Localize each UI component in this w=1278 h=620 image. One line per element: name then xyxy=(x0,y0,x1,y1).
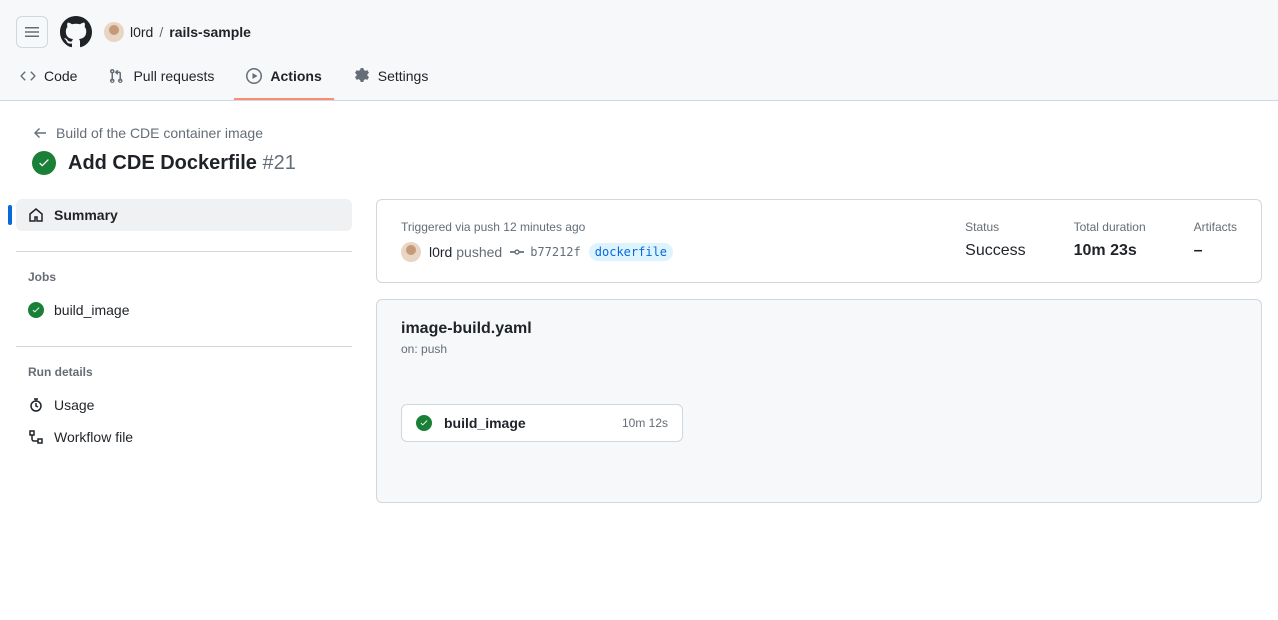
sidebar: Summary Jobs build_image Run details Usa… xyxy=(16,199,352,519)
sidebar-workflow-file[interactable]: Workflow file xyxy=(16,421,352,453)
hamburger-button[interactable] xyxy=(16,16,48,48)
tab-settings[interactable]: Settings xyxy=(342,56,441,100)
workflow-icon xyxy=(28,429,44,445)
sidebar-summary-label: Summary xyxy=(54,207,118,223)
success-icon xyxy=(28,302,44,318)
workflow-card: image-build.yaml on: push build_image 10… xyxy=(376,299,1262,503)
duration-label: Total duration xyxy=(1074,220,1146,234)
tab-settings-label: Settings xyxy=(378,68,429,84)
back-link-label: Build of the CDE container image xyxy=(56,125,263,141)
hamburger-icon xyxy=(24,24,40,40)
workflow-trigger: on: push xyxy=(401,342,1237,356)
breadcrumb-repo[interactable]: rails-sample xyxy=(169,24,251,40)
back-link[interactable]: Build of the CDE container image xyxy=(32,125,1262,141)
tab-pulls-label: Pull requests xyxy=(133,68,214,84)
run-number: #21 xyxy=(263,152,296,174)
home-icon xyxy=(28,207,44,223)
stopwatch-icon xyxy=(28,397,44,413)
repo-tabs: Code Pull requests Actions Settings xyxy=(0,56,1278,100)
tab-pulls[interactable]: Pull requests xyxy=(97,56,226,100)
pull-request-icon xyxy=(109,68,125,84)
github-logo[interactable] xyxy=(60,16,92,48)
github-icon xyxy=(60,16,92,48)
run-title: Add CDE Dockerfile xyxy=(68,152,257,174)
play-circle-icon xyxy=(246,68,262,84)
job-node[interactable]: build_image 10m 12s xyxy=(401,404,683,442)
artifacts-value: – xyxy=(1194,242,1237,260)
branch-link[interactable]: dockerfile xyxy=(589,243,673,261)
job-duration: 10m 12s xyxy=(622,416,668,430)
sidebar-workflow-file-label: Workflow file xyxy=(54,429,133,445)
main-content: Triggered via push 12 minutes ago l0rd p… xyxy=(376,199,1262,519)
tab-actions-label: Actions xyxy=(270,68,321,84)
sidebar-usage-label: Usage xyxy=(54,397,94,413)
sidebar-summary[interactable]: Summary xyxy=(16,199,352,231)
arrow-left-icon xyxy=(32,125,48,141)
status-label: Status xyxy=(965,220,1025,234)
page-title: Add CDE Dockerfile #21 xyxy=(68,152,296,175)
breadcrumb: l0rd / rails-sample xyxy=(104,22,251,42)
sidebar-job-item[interactable]: build_image xyxy=(16,294,352,326)
breadcrumb-repo-label: rails-sample xyxy=(169,24,251,40)
tab-code[interactable]: Code xyxy=(8,56,89,100)
workflow-file-name: image-build.yaml xyxy=(401,320,1237,338)
avatar xyxy=(104,22,124,42)
tab-actions[interactable]: Actions xyxy=(234,56,333,100)
sidebar-usage[interactable]: Usage xyxy=(16,389,352,421)
artifacts-label: Artifacts xyxy=(1194,220,1237,234)
duration-value: 10m 23s xyxy=(1074,242,1146,260)
gear-icon xyxy=(354,68,370,84)
avatar xyxy=(401,242,421,262)
commit-link[interactable]: b77212f xyxy=(510,245,581,259)
trigger-label: Triggered via push 12 minutes ago xyxy=(401,220,917,234)
status-value: Success xyxy=(965,242,1025,260)
success-icon xyxy=(416,415,432,431)
tab-code-label: Code xyxy=(44,68,77,84)
sidebar-job-label: build_image xyxy=(54,302,130,318)
success-icon xyxy=(32,151,56,175)
breadcrumb-separator: / xyxy=(159,24,163,40)
commit-hash: b77212f xyxy=(530,245,581,259)
summary-card: Triggered via push 12 minutes ago l0rd p… xyxy=(376,199,1262,283)
code-icon xyxy=(20,68,36,84)
sidebar-rundetails-heading: Run details xyxy=(16,361,352,389)
sidebar-jobs-heading: Jobs xyxy=(16,266,352,294)
job-name: build_image xyxy=(444,415,610,431)
commit-icon xyxy=(510,245,524,259)
breadcrumb-owner[interactable]: l0rd xyxy=(130,24,153,40)
actor-link[interactable]: l0rd pushed xyxy=(429,244,502,260)
